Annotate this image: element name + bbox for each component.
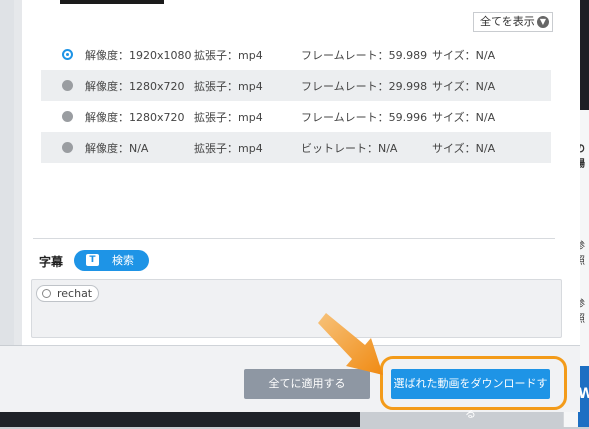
rate-text: ビットレート：N/A — [301, 142, 398, 155]
resolution-text: 解像度：1280x720 — [85, 80, 185, 93]
extension-text: 拡張子：mp4 — [194, 49, 263, 62]
subtitle-list-box: rechat — [31, 279, 562, 338]
format-row[interactable]: 解像度：1280x720 拡張子：mp4 フレームレート：59.996 サイズ：… — [41, 101, 551, 132]
size-text: サイズ：N/A — [432, 142, 496, 155]
format-row[interactable]: 解像度：1280x720 拡張子：mp4 フレームレート：29.998 サイズ：… — [41, 70, 551, 101]
format-radio[interactable] — [62, 142, 73, 153]
format-row[interactable]: 解像度：N/A 拡張子：mp4 ビットレート：N/A サイズ：N/A — [41, 132, 551, 163]
size-text: サイズ：N/A — [432, 111, 496, 124]
show-all-dropdown[interactable]: 全てを表示 ▼ — [473, 12, 553, 32]
extension-text: 拡張子：mp4 — [194, 142, 263, 155]
subtitle-label: 字幕 — [39, 255, 64, 269]
format-row[interactable]: 解像度：1920x1080 拡張子：mp4 フレームレート：59.989 サイズ… — [41, 39, 551, 70]
subtitle-search-label: 検索 — [112, 254, 134, 267]
rate-text: フレームレート：29.998 — [301, 80, 428, 93]
background-taskbar — [0, 412, 360, 427]
apply-to-all-button[interactable]: 全てに適用する — [244, 369, 370, 399]
format-radio[interactable] — [62, 80, 73, 91]
background-app-left-panel — [0, 0, 23, 345]
subtitle-search-button[interactable]: T 検索 — [74, 250, 149, 271]
format-list: 解像度：1920x1080 拡張子：mp4 フレームレート：59.989 サイズ… — [41, 39, 551, 163]
extension-text: 拡張子：mp4 — [194, 111, 263, 124]
download-highlight-outline — [380, 356, 567, 410]
format-radio[interactable] — [62, 49, 73, 60]
rate-text: フレームレート：59.989 — [301, 49, 428, 62]
radio-icon — [42, 289, 51, 298]
dialog-top-tab — [60, 0, 164, 4]
size-text: サイズ：N/A — [432, 49, 496, 62]
size-text: サイズ：N/A — [432, 80, 496, 93]
subtitle-option-label: rechat — [57, 287, 93, 300]
chevron-down-icon: ▼ — [537, 16, 549, 28]
subtitle-option-rechat[interactable]: rechat — [36, 285, 100, 302]
format-radio[interactable] — [62, 111, 73, 122]
resolution-text: 解像度：1280x720 — [85, 111, 185, 124]
section-divider — [33, 238, 555, 239]
rate-text: フレームレート：59.996 — [301, 111, 428, 124]
resolution-text: 解像度：1920x1080 — [85, 49, 192, 62]
extension-text: 拡張子：mp4 — [194, 80, 263, 93]
show-all-label: 全てを表示 — [480, 15, 535, 28]
subtitle-search-icon: T — [86, 254, 99, 266]
resolution-text: 解像度：N/A — [85, 142, 149, 155]
